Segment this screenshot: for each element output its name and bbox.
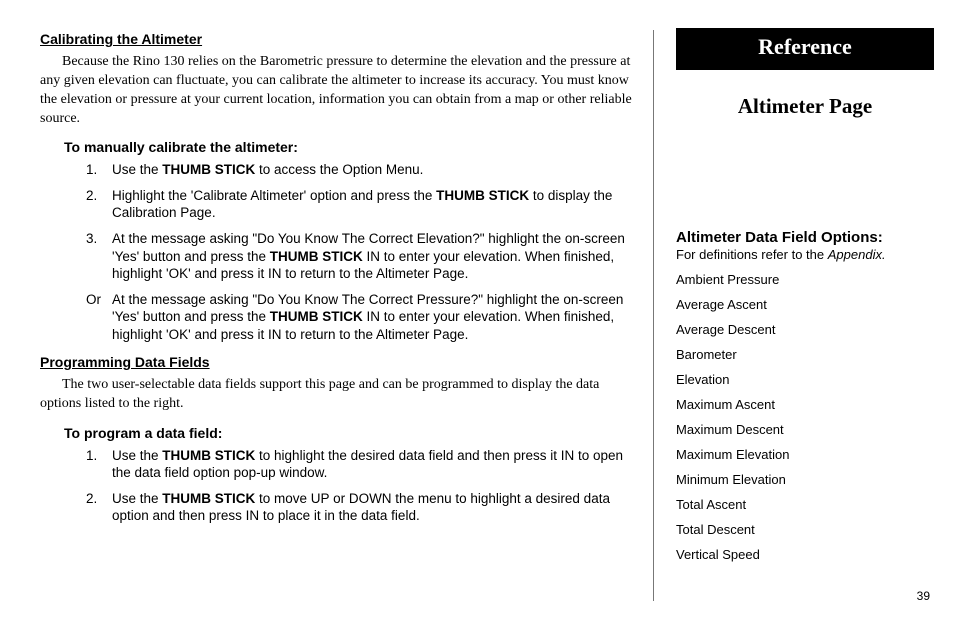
option-item: Maximum Ascent <box>676 397 934 412</box>
heading-programming: Programming Data Fields <box>40 353 633 372</box>
side-column: Reference Altimeter Page Altimeter Data … <box>654 30 934 601</box>
option-item: Average Ascent <box>676 297 934 312</box>
steps-program: 1.Use the THUMB STICK to highlight the d… <box>86 447 633 525</box>
step-text: Use the THUMB STICK to access the Option… <box>112 161 633 179</box>
options-sub-appendix: Appendix. <box>828 247 886 262</box>
heading-calibrating: Calibrating the Altimeter <box>40 30 633 49</box>
thumb-stick-label: THUMB STICK <box>270 249 363 264</box>
step-number: 2. <box>86 490 112 525</box>
thumb-stick-label: THUMB STICK <box>162 162 255 177</box>
step-item: 1.Use the THUMB STICK to access the Opti… <box>86 161 633 179</box>
options-sub-pre: For definitions refer to the <box>676 247 828 262</box>
option-item: Ambient Pressure <box>676 272 934 287</box>
steps-calibrate: 1.Use the THUMB STICK to access the Opti… <box>86 161 633 343</box>
main-column: Calibrating the Altimeter Because the Ri… <box>40 30 654 601</box>
option-item: Elevation <box>676 372 934 387</box>
step-item: 2.Use the THUMB STICK to move UP or DOWN… <box>86 490 633 525</box>
para-calibrating: Because the Rino 130 relies on the Barom… <box>40 53 633 129</box>
reference-title: Altimeter Page <box>676 94 934 119</box>
option-item: Barometer <box>676 347 934 362</box>
task-head-calibrate: To manually calibrate the altimeter: <box>64 138 633 157</box>
option-item: Minimum Elevation <box>676 472 934 487</box>
option-item: Vertical Speed <box>676 547 934 562</box>
options-subtext: For definitions refer to the Appendix. <box>676 247 934 262</box>
step-text: Use the THUMB STICK to highlight the des… <box>112 447 633 482</box>
thumb-stick-label: THUMB STICK <box>162 448 255 463</box>
step-text: At the message asking "Do You Know The C… <box>112 230 633 283</box>
task-head-program: To program a data field: <box>64 424 633 443</box>
option-item: Total Descent <box>676 522 934 537</box>
step-text: Highlight the 'Calibrate Altimeter' opti… <box>112 187 633 222</box>
step-number: 1. <box>86 447 112 482</box>
step-number: 3. <box>86 230 112 283</box>
reference-banner: Reference <box>676 28 934 70</box>
thumb-stick-label: THUMB STICK <box>436 188 529 203</box>
step-number: 1. <box>86 161 112 179</box>
option-item: Maximum Descent <box>676 422 934 437</box>
step-item: OrAt the message asking "Do You Know The… <box>86 291 633 344</box>
step-text: Use the THUMB STICK to move UP or DOWN t… <box>112 490 633 525</box>
step-number: 2. <box>86 187 112 222</box>
para-programming: The two user-selectable data fields supp… <box>40 376 633 414</box>
options-list: Ambient Pressure Average Ascent Average De… <box>676 272 934 562</box>
step-item: 3.At the message asking "Do You Know The… <box>86 230 633 283</box>
option-item: Average Descent <box>676 322 934 337</box>
step-item: 1.Use the THUMB STICK to highlight the d… <box>86 447 633 482</box>
thumb-stick-label: THUMB STICK <box>270 309 363 324</box>
page-number: 39 <box>917 589 930 603</box>
option-item: Total Ascent <box>676 497 934 512</box>
option-item: Maximum Elevation <box>676 447 934 462</box>
thumb-stick-label: THUMB STICK <box>162 491 255 506</box>
step-number: Or <box>86 291 112 344</box>
step-item: 2.Highlight the 'Calibrate Altimeter' op… <box>86 187 633 222</box>
options-heading: Altimeter Data Field Options: <box>676 229 934 246</box>
step-text: At the message asking "Do You Know The C… <box>112 291 633 344</box>
